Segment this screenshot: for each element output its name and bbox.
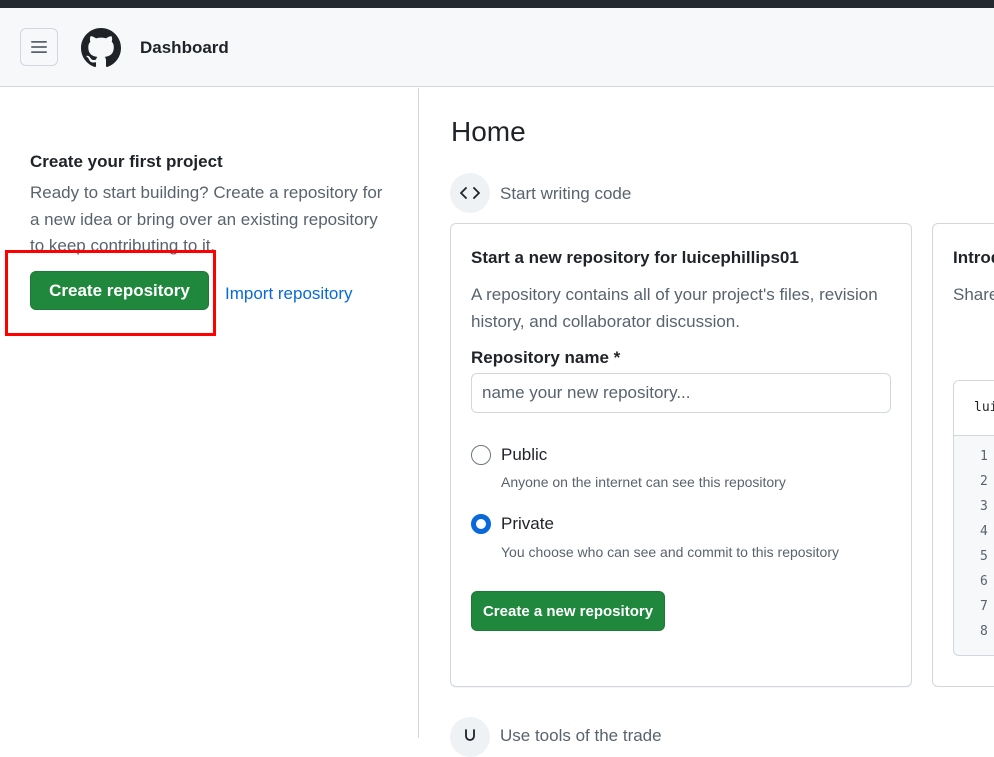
highlight-annotation-box xyxy=(5,250,216,336)
public-radio[interactable] xyxy=(471,445,491,465)
tools-icon xyxy=(465,729,475,741)
line-number: 6 xyxy=(980,574,988,589)
line-number: 2 xyxy=(980,474,988,489)
introduce-yourself-card: Introd Share READ page. lui 1 2 3 4 5 6 … xyxy=(932,223,994,687)
public-option-description: Anyone on the internet can see this repo… xyxy=(501,474,786,490)
line-number: 7 xyxy=(980,599,988,614)
menu-button[interactable] xyxy=(20,28,58,66)
new-repo-card-title: Start a new repository for luicephillips… xyxy=(471,248,799,267)
new-repo-card-description: A repository contains all of your projec… xyxy=(471,285,878,331)
repository-name-label: Repository name * xyxy=(471,348,621,367)
private-option-label[interactable]: Private xyxy=(501,514,554,534)
github-logo-icon[interactable] xyxy=(81,28,121,68)
top-header: Dashboard xyxy=(0,8,994,87)
tools-icon-badge xyxy=(450,717,490,757)
dashboard-title[interactable]: Dashboard xyxy=(140,38,229,58)
start-writing-code-label: Start writing code xyxy=(500,184,632,203)
create-new-repository-button[interactable]: Create a new repository xyxy=(471,591,665,631)
left-sidebar: Create your first project Ready to start… xyxy=(0,88,419,738)
first-project-heading: Create your first project xyxy=(30,152,223,171)
public-option-label[interactable]: Public xyxy=(501,445,547,465)
line-number: 1 xyxy=(980,449,988,464)
line-number: 3 xyxy=(980,499,988,514)
new-repository-card: Start a new repository for luicephillips… xyxy=(450,223,912,687)
code-icon-badge xyxy=(450,173,490,213)
line-numbers: 1 2 3 4 5 6 7 8 xyxy=(980,449,988,649)
import-repository-link[interactable]: Import repository xyxy=(225,284,353,304)
line-number: 5 xyxy=(980,549,988,564)
line-number: 4 xyxy=(980,524,988,539)
intro-card-description: Share READ page. xyxy=(953,285,994,304)
use-tools-label: Use tools of the trade xyxy=(500,726,662,745)
first-project-description: Ready to start building? Create a reposi… xyxy=(30,183,383,255)
code-preview-header: lui xyxy=(954,381,994,436)
private-option-description: You choose who can see and commit to thi… xyxy=(501,544,840,560)
readme-code-preview: lui 1 2 3 4 5 6 7 8 xyxy=(953,380,994,656)
browser-top-strip xyxy=(0,0,994,8)
private-radio[interactable] xyxy=(471,514,491,534)
line-number: 8 xyxy=(980,624,988,639)
repository-name-input[interactable] xyxy=(471,373,891,413)
code-icon xyxy=(460,187,480,199)
code-preview-path: lui xyxy=(974,400,994,415)
page-title: Home xyxy=(451,116,526,147)
hamburger-icon xyxy=(31,41,47,53)
intro-card-title: Introd xyxy=(953,248,994,267)
